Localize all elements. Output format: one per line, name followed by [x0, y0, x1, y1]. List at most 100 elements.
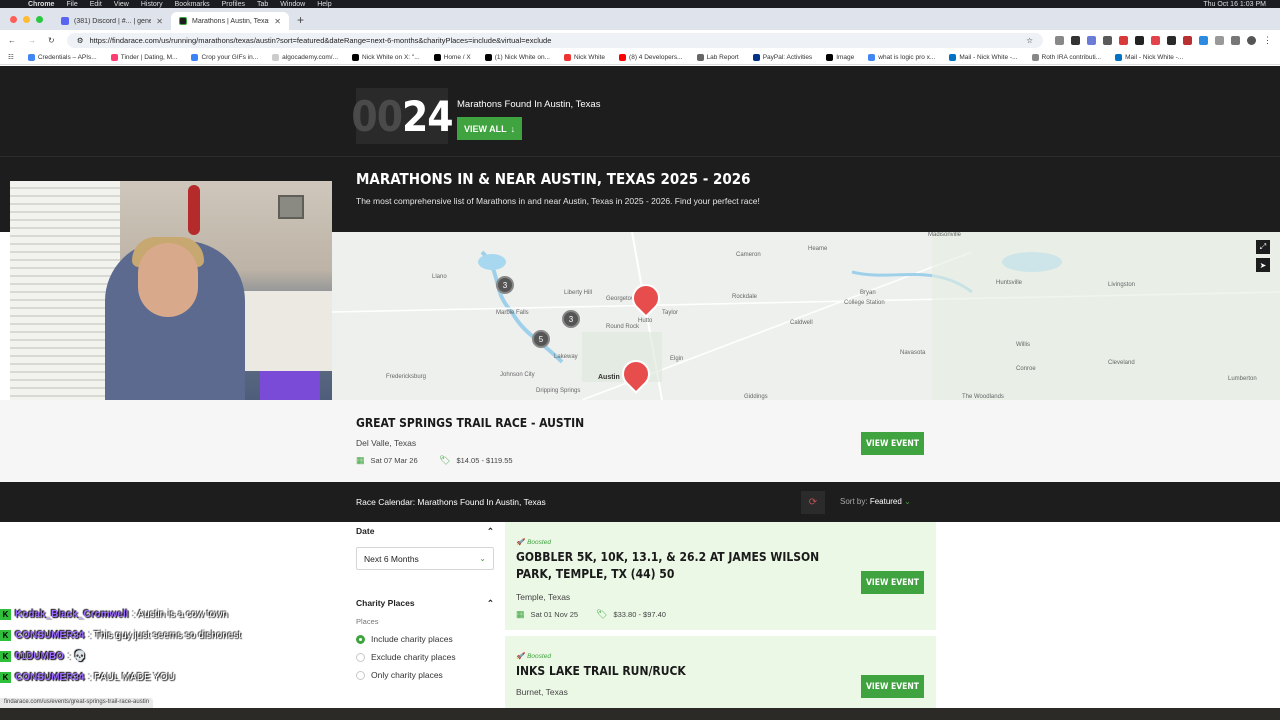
extension-icon[interactable] [1151, 35, 1160, 45]
date-filter-heading: Date [356, 526, 375, 536]
race-title[interactable]: GOBBLER 5K, 10K, 13.1, & 26.2 AT JAMES W… [516, 549, 836, 583]
race-title[interactable]: INKS LAKE TRAIL RUN/RUCK [516, 663, 836, 680]
date-filter-header[interactable]: Date ⌃ [356, 526, 494, 537]
bookmark-item[interactable]: Credentials – APIs... [27, 53, 97, 61]
bookmark-item[interactable]: Crop your GIFs in... [191, 53, 258, 61]
zoom-window-button[interactable] [36, 16, 43, 23]
menu-file[interactable]: File [66, 1, 77, 8]
reset-filters-icon[interactable]: ⟳ [801, 491, 825, 514]
menu-chrome[interactable]: Chrome [28, 1, 54, 8]
view-event-button[interactable]: VIEW EVENT [861, 675, 924, 698]
map-cluster-marker[interactable]: 3 [496, 276, 514, 294]
extension-icon[interactable] [1119, 35, 1128, 45]
more-menu-icon[interactable]: ⋮ [1263, 35, 1272, 45]
url-input[interactable]: ⚙ https://findarace.com/us/running/marat… [66, 32, 1043, 48]
menu-window[interactable]: Window [280, 1, 305, 8]
mail-icon [1115, 53, 1123, 61]
menu-help[interactable]: Help [317, 1, 331, 8]
reload-icon[interactable]: ↻ [48, 36, 55, 45]
bookmark-item[interactable]: what is logic pro x... [868, 53, 935, 61]
sidepanel-icon[interactable] [1231, 35, 1240, 45]
close-tab-icon[interactable]: ✕ [156, 17, 163, 26]
tab-title: Marathons | Austin, Texas | 20... [192, 17, 269, 25]
menu-edit[interactable]: Edit [90, 1, 102, 8]
extension-icon[interactable] [1103, 35, 1112, 45]
bookmark-item[interactable]: Home / X [433, 53, 471, 61]
map-label: Bryan [860, 290, 876, 296]
apps-grid-icon[interactable]: ☷ [8, 53, 14, 61]
bookmark-item[interactable]: (8) 4 Developers... [619, 53, 683, 61]
bookmark-item[interactable]: Nick White on X: "... [352, 53, 420, 61]
forward-icon[interactable]: → [28, 36, 36, 45]
puzzle-icon[interactable] [1215, 35, 1224, 45]
back-icon[interactable]: ← [8, 36, 16, 45]
extension-icon[interactable] [1071, 35, 1080, 45]
map-cluster-marker[interactable]: 5 [532, 330, 550, 348]
bookmark-item[interactable]: algocademy.com/... [272, 53, 338, 61]
extension-icon[interactable] [1055, 35, 1064, 45]
map-label: Madisonville [928, 232, 962, 238]
map-label: College Station [844, 300, 885, 306]
bookmark-favicon [191, 53, 199, 61]
close-window-button[interactable] [10, 16, 17, 23]
chevron-down-icon: ⌄ [479, 554, 486, 563]
menu-profiles[interactable]: Profiles [222, 1, 245, 8]
race-counter: 00 24 [351, 88, 454, 144]
minimize-window-button[interactable] [23, 16, 30, 23]
extension-icon[interactable] [1183, 35, 1192, 45]
bookmark-item[interactable]: (1) Nick White on... [484, 53, 550, 61]
mac-menubar: Chrome File Edit View History Bookmarks … [0, 0, 1280, 8]
chat-username: CONSUMER34 [15, 630, 85, 641]
tab-findarace[interactable]: Marathons | Austin, Texas | 20... ✕ [171, 12, 289, 30]
extension-icon[interactable] [1135, 35, 1144, 45]
site-info-icon[interactable]: ⚙ [77, 36, 84, 45]
menu-view[interactable]: View [114, 1, 129, 8]
bookmarks-bar: ☷ Credentials – APIs... Tinder | Dating,… [0, 50, 1280, 65]
sort-dropdown[interactable]: Sort by: Featured ⌄ [840, 497, 911, 506]
sort-label: Sort by: [840, 497, 868, 506]
extensions-area: ⋮ [1055, 35, 1272, 45]
race-map[interactable]: Heame Madisonville Cameron Rockdale Brya… [332, 232, 1280, 400]
featured-race-card [0, 400, 1280, 482]
menu-bookmarks[interactable]: Bookmarks [175, 1, 210, 8]
bookmark-item[interactable]: Lab Report [696, 53, 739, 61]
bookmark-item[interactable]: Tinder | Dating, M... [110, 53, 177, 61]
map-label: Round Rock [606, 324, 640, 330]
bookmark-item[interactable]: Mail - Nick White -... [949, 53, 1018, 61]
bookmark-star-icon[interactable]: ☆ [1026, 36, 1033, 45]
race-price: 🏷 $33.80 - $97.40 [596, 609, 666, 619]
map-cluster-marker[interactable]: 3 [562, 310, 580, 328]
chat-username: 01DUMBO [15, 651, 64, 662]
tab-discord[interactable]: (381) Discord | #... | generic ✕ [53, 12, 171, 30]
bookmark-item[interactable]: Mail - Nick White -... [1115, 53, 1183, 61]
extension-icon[interactable] [1167, 35, 1176, 45]
map-label: Lumberton [1228, 376, 1257, 382]
x-icon [433, 53, 441, 61]
featured-view-event-button[interactable]: VIEW EVENT [861, 432, 924, 455]
menu-history[interactable]: History [141, 1, 163, 8]
race-date: ▦ Sat 01 Nov 25 [516, 609, 579, 619]
menu-tab[interactable]: Tab [257, 1, 268, 8]
page-title: MARATHONS IN & NEAR AUSTIN, TEXAS 2025 -… [356, 170, 751, 188]
x-icon [826, 53, 834, 61]
date-range-select[interactable]: Next 6 Months ⌄ [356, 547, 494, 570]
divider [505, 630, 936, 636]
close-tab-icon[interactable]: ✕ [274, 17, 281, 26]
bookmark-item[interactable]: Nick White [563, 53, 605, 61]
view-all-button[interactable]: VIEW ALL ↓ [457, 117, 523, 140]
extension-icon[interactable] [1087, 35, 1096, 45]
extension-icon[interactable] [1199, 35, 1208, 45]
view-event-button[interactable]: VIEW EVENT [861, 571, 924, 594]
bookmark-item[interactable]: Image [826, 53, 854, 61]
bookmark-item[interactable]: PayPal: Activities [752, 53, 812, 61]
locate-icon[interactable]: ➤ [1256, 258, 1270, 272]
featured-race-title[interactable]: GREAT SPRINGS TRAIL RACE - AUSTIN [356, 416, 584, 430]
found-text: Marathons Found In Austin, Texas [457, 99, 601, 110]
bookmark-favicon [272, 53, 280, 61]
map-label: Cameron [736, 252, 761, 258]
fullscreen-icon[interactable]: ⤢ [1256, 240, 1270, 254]
chevron-up-icon: ⌃ [486, 526, 494, 536]
new-tab-icon[interactable]: + [297, 13, 304, 27]
avatar[interactable] [1247, 35, 1256, 45]
bookmark-item[interactable]: Roth IRA contributi... [1031, 53, 1101, 61]
